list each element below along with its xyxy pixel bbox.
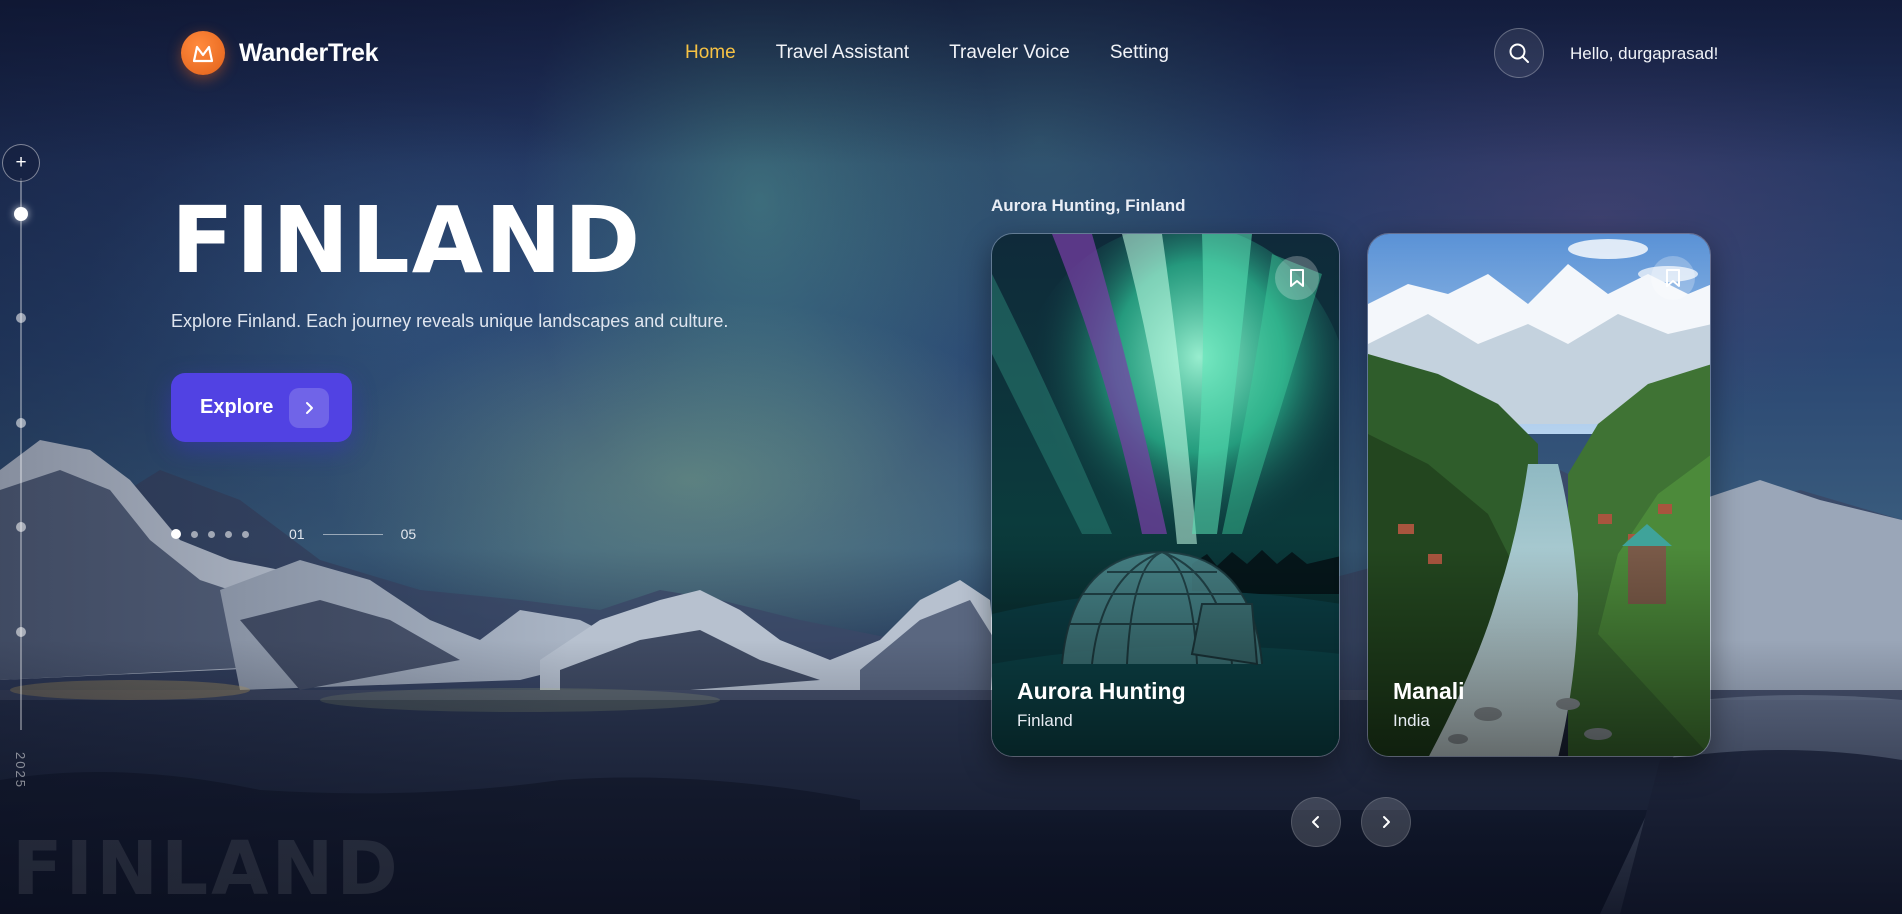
carousel-prev-button[interactable] [1291,797,1341,847]
nav-home[interactable]: Home [685,42,736,64]
timeline-add-button[interactable]: + [2,144,40,182]
timeline-year: 2025 [13,752,28,789]
timeline-dot[interactable] [16,522,26,532]
destination-card-aurora[interactable]: Aurora Hunting Finland [991,233,1340,757]
destination-card-manali[interactable]: Manali India [1367,233,1711,757]
timeline-dot[interactable] [16,313,26,323]
total-slide-number: 05 [400,526,417,542]
brand-logo[interactable]: WanderTrek [181,31,378,75]
main-nav: Home Travel Assistant Traveler Voice Set… [685,42,1169,64]
pager-divider [322,533,383,535]
hero-title: FINLAND [171,187,643,294]
pager-dot-active[interactable] [171,529,181,539]
nav-traveler-voice[interactable]: Traveler Voice [949,42,1070,64]
timeline-track [20,178,22,730]
chevron-right-icon [289,387,330,428]
search-button[interactable] [1494,28,1544,78]
nav-setting[interactable]: Setting [1110,42,1169,64]
timeline-dot[interactable] [16,418,26,428]
bookmark-icon [1290,269,1304,287]
mountain-logo-icon [181,31,225,75]
card-subtitle: India [1393,711,1430,730]
slide-pager: 01 05 [171,526,416,542]
card-subtitle: Finland [1017,711,1073,730]
bookmark-icon [1666,269,1680,287]
card-title: Aurora Hunting [1017,678,1186,704]
current-slide-number: 01 [289,526,305,542]
ghost-title: FINLAND [12,826,401,912]
explore-button[interactable]: Explore [171,373,352,442]
user-greeting[interactable]: Hello, durgaprasad! [1570,44,1718,64]
bookmark-button[interactable] [1651,256,1695,300]
chevron-right-icon [1383,816,1390,828]
hero-description: Explore Finland. Each journey reveals un… [171,311,729,331]
pager-dot[interactable] [191,530,198,538]
chevron-left-icon [1312,816,1319,828]
plus-icon: + [15,152,27,173]
nav-travel-assistant[interactable]: Travel Assistant [776,42,909,64]
explore-label: Explore [200,396,274,418]
bookmark-button[interactable] [1275,256,1319,300]
card-title: Manali [1393,678,1465,704]
search-icon [1509,43,1529,63]
carousel-next-button[interactable] [1361,797,1411,847]
timeline-dot-active[interactable] [14,207,28,221]
timeline-dot[interactable] [16,627,26,637]
brand-name: WanderTrek [239,38,379,67]
pager-dot[interactable] [225,530,232,538]
pager-dot[interactable] [208,530,215,538]
cards-heading: Aurora Hunting, Finland [991,196,1186,215]
pager-dot[interactable] [242,530,249,538]
top-header: WanderTrek Home Travel Assistant Travele… [0,0,1902,108]
